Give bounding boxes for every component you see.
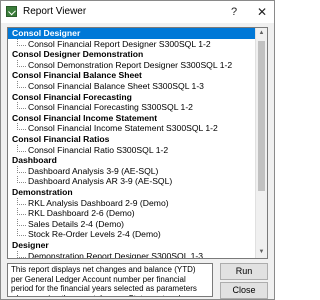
report-item-label: RKL Dashboard 2-6 (Demo) (28, 208, 135, 219)
title-bar: Report Viewer ? ✕ (1, 1, 274, 23)
report-item[interactable]: Consol Financial Balance Sheet S300SQL 1… (8, 81, 256, 92)
report-group[interactable]: Dashboard (8, 155, 260, 166)
report-item-label: Stock Re-Order Levels 2-4 (Demo) (28, 229, 161, 240)
tree-connector-icon (17, 208, 26, 216)
report-item[interactable]: Consol Demonstration Report Designer S30… (8, 59, 256, 71)
report-group[interactable]: Designer (8, 240, 260, 251)
scroll-down-arrow-icon[interactable]: ▼ (256, 247, 267, 258)
report-group[interactable]: Consol Financial Ratios (8, 134, 260, 145)
close-button[interactable]: Close (220, 282, 268, 299)
report-item[interactable]: Consol Financial Forecasting S300SQL 1-2 (8, 102, 256, 113)
report-item[interactable]: Consol Financial Income Statement S300SQ… (8, 123, 256, 134)
report-group[interactable]: Consol Financial Income Statement (8, 113, 260, 124)
report-viewer-window: Report Viewer ? ✕ Consol Designer Consol … (0, 0, 275, 300)
report-item[interactable]: Demonstration Report Designer S300SQL 1-… (8, 250, 256, 259)
report-item-label: Demonstration Report Designer S300SQL 1-… (28, 250, 203, 259)
report-list[interactable]: Consol Designer Consol Financial Report D… (7, 27, 268, 259)
report-item-label: Consol Financial Forecasting S300SQL 1-2 (28, 102, 193, 113)
report-item[interactable]: Sales Details 2-4 (Demo) (8, 218, 256, 230)
tree-connector-icon (17, 123, 26, 131)
window-title: Report Viewer (23, 6, 87, 17)
tree-connector-icon (17, 38, 26, 46)
report-item-label: Sales Details 2-4 (Demo) (28, 218, 124, 229)
report-item-label: Consol Financial Report Designer S300SQL… (28, 38, 211, 49)
report-item[interactable]: RKL Analysis Dashboard 2-9 (Demo) (8, 197, 256, 209)
report-item-label: RKL Analysis Dashboard 2-9 (Demo) (28, 197, 169, 208)
report-description: This report displays net changes and bal… (7, 263, 213, 297)
report-group[interactable]: Consol Financial Balance Sheet (8, 70, 260, 81)
report-item-label: Dashboard Analysis AR 3-9 (AE-SQL) (28, 176, 173, 187)
report-item-label: Consol Financial Ratio S300SQL 1-2 (28, 144, 169, 155)
scroll-thumb[interactable] (258, 41, 265, 191)
report-item[interactable]: Dashboard Analysis 3-9 (AE-SQL) (8, 165, 256, 177)
report-item[interactable]: Dashboard Analysis AR 3-9 (AE-SQL) (8, 176, 256, 187)
report-item-label: Consol Demonstration Report Designer S30… (28, 59, 233, 70)
window-close-button[interactable]: ✕ (255, 5, 269, 19)
tree-connector-icon (17, 165, 26, 173)
tree-connector-icon (17, 81, 26, 88)
report-group[interactable]: Consol Designer Demonstration (8, 49, 260, 60)
report-item-label: Consol Financial Balance Sheet S300SQL 1… (28, 81, 204, 91)
app-check-icon (6, 6, 17, 17)
tree-connector-icon (17, 59, 26, 67)
help-button[interactable]: ? (227, 5, 241, 19)
scroll-up-arrow-icon[interactable]: ▲ (256, 28, 267, 39)
tree-connector-icon (17, 176, 26, 184)
report-group[interactable]: Consol Designer (8, 28, 260, 39)
report-item[interactable]: Stock Re-Order Levels 2-4 (Demo) (8, 229, 256, 240)
tree-connector-icon (17, 144, 26, 152)
tree-connector-icon (17, 229, 26, 237)
report-item[interactable]: Consol Financial Ratio S300SQL 1-2 (8, 144, 256, 156)
tree-connector-icon (17, 197, 26, 205)
report-group[interactable]: Demonstration (8, 187, 260, 198)
report-item[interactable]: RKL Dashboard 2-6 (Demo) (8, 208, 256, 219)
tree-connector-icon (17, 218, 26, 226)
vertical-scrollbar[interactable]: ▲ ▼ (255, 28, 267, 258)
tree-connector-icon (17, 250, 26, 258)
tree-connector-icon (17, 102, 26, 110)
report-item-label: Dashboard Analysis 3-9 (AE-SQL) (28, 165, 159, 176)
report-item[interactable]: Consol Financial Report Designer S300SQL… (8, 38, 256, 50)
run-button[interactable]: Run (220, 263, 268, 280)
report-item-label: Consol Financial Income Statement S300SQ… (28, 123, 218, 134)
report-group[interactable]: Consol Financial Forecasting (8, 92, 260, 103)
